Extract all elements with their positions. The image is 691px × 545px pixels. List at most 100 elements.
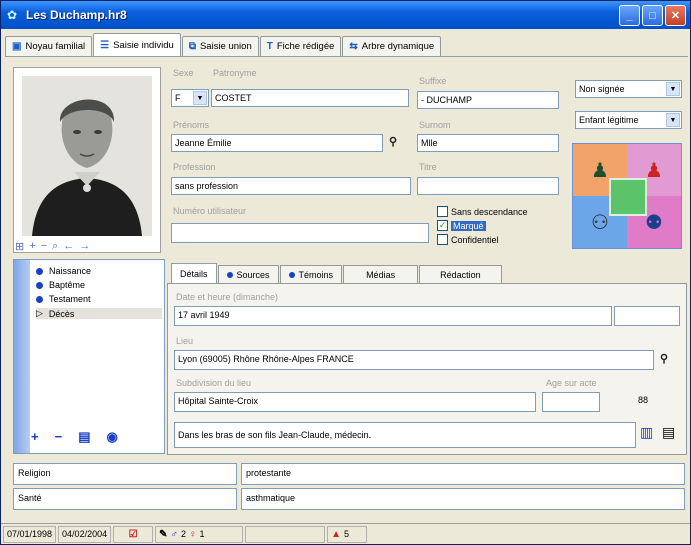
titre-field[interactable] — [417, 177, 559, 195]
surnom-field[interactable]: Mlle — [417, 134, 559, 152]
minimize-button[interactable]: _ — [619, 5, 640, 26]
tree-icon: ⇆ — [349, 41, 358, 52]
zoom-icon[interactable]: ⌕ — [52, 240, 58, 253]
sexe-label: Sexe — [173, 68, 194, 78]
filiation-select[interactable]: Non signée ▼ — [575, 80, 682, 98]
remove-icon[interactable]: − — [41, 240, 47, 252]
attribute-key: Religion — [13, 463, 237, 485]
bullet-icon — [288, 271, 295, 278]
family-tree-icon: ✿ — [7, 8, 18, 22]
status-empty — [245, 525, 326, 543]
scroll-control-icon[interactable]: ▥ — [640, 424, 653, 441]
age-edit-field[interactable] — [542, 392, 600, 412]
maximize-button[interactable]: □ — [642, 5, 663, 26]
attribute-key: Santé — [13, 488, 237, 510]
patronyme-label: Patronyme — [213, 68, 257, 78]
list-item[interactable]: Testament — [36, 294, 91, 304]
bullet-icon — [36, 281, 43, 289]
portrait-frame[interactable] — [13, 67, 161, 253]
status-alert: ▲ 5 — [327, 525, 368, 543]
warning-icon: ▲ — [331, 528, 341, 540]
enfant-select[interactable]: Enfant légitime ▼ — [575, 111, 682, 129]
save-icon[interactable]: ▤ — [78, 429, 90, 445]
patronyme-field[interactable]: COSTET — [211, 89, 409, 107]
date-field[interactable]: 17 avril 1949 — [174, 306, 612, 326]
female-icon: ♀ — [189, 528, 197, 540]
union-icon: ⧉ — [188, 41, 196, 52]
date-label: Date et heure (dimanche) — [176, 292, 279, 302]
numero-field[interactable] — [171, 223, 429, 243]
portrait-photo — [22, 76, 152, 236]
attribute-value[interactable]: asthmatique — [241, 488, 685, 510]
attribute-row[interactable]: Santé asthmatique — [13, 488, 685, 510]
attribute-row[interactable]: Religion protestante — [13, 463, 685, 485]
sans-descendance-checkbox[interactable]: Sans descendance — [437, 206, 528, 217]
events-toolbar: + − ▤ ◉ — [31, 429, 118, 445]
photo-toolbar: ⊞ + − ⌕ ← → — [15, 239, 159, 253]
add-icon[interactable]: + — [31, 429, 39, 445]
tab-arbre-dynamique[interactable]: ⇆ Arbre dynamique — [342, 36, 442, 56]
current-person-tile[interactable] — [609, 178, 647, 216]
tab-medias[interactable]: Médias — [343, 265, 419, 283]
text-icon: T — [266, 41, 273, 52]
previous-icon[interactable]: ← — [63, 240, 74, 252]
lieu-field[interactable]: Lyon (69005) Rhône Rhône-Alpes FRANCE — [174, 350, 654, 370]
tab-redaction[interactable]: Rédaction — [419, 265, 502, 283]
tab-noyau-familial[interactable]: ▣ Noyau familial — [5, 36, 93, 56]
tab-details[interactable]: Détails — [171, 263, 217, 283]
suffixe-field[interactable]: - DUCHAMP — [417, 91, 559, 109]
chevron-down-icon: ▼ — [666, 82, 680, 96]
binoculars-icon[interactable]: ⚲ — [389, 135, 397, 148]
tab-temoins[interactable]: Témoins — [279, 265, 343, 283]
attribute-value[interactable]: protestante — [241, 463, 685, 485]
remove-icon[interactable]: − — [55, 429, 63, 445]
tab-fiche-redigee[interactable]: T Fiche rédigée — [259, 36, 342, 56]
bullet-icon — [36, 295, 43, 303]
subdivision-label: Subdivision du lieu — [176, 378, 252, 388]
age-value: 88 — [638, 395, 649, 405]
profession-field[interactable]: sans profession — [171, 177, 411, 195]
status-check: ☑ — [113, 525, 154, 543]
binoculars-icon[interactable]: ⚲ — [660, 352, 668, 365]
subdivision-field[interactable]: Hôpital Sainte-Croix — [174, 392, 536, 412]
list-item[interactable]: Baptême — [36, 280, 85, 290]
tab-saisie-union[interactable]: ⧉ Saisie union — [181, 36, 259, 56]
events-list: Naissance Baptême Testament ▷ Décès — [13, 259, 165, 454]
note-edit-icon[interactable]: ▤ — [662, 424, 675, 441]
chevron-down-icon: ▼ — [193, 91, 207, 105]
bullet-icon — [226, 271, 233, 278]
titre-label: Titre — [419, 162, 437, 172]
note-field[interactable]: Dans les bras de son fils Jean-Claude, m… — [174, 422, 636, 448]
family-icon: ▣ — [12, 41, 22, 52]
suffixe-label: Suffixe — [419, 76, 447, 86]
prenoms-field[interactable]: Jeanne Émilie — [171, 134, 383, 152]
status-modified-date: 04/02/2004 — [58, 525, 112, 543]
confidentiel-checkbox[interactable]: Confidentiel — [437, 234, 499, 245]
tab-saisie-individu[interactable]: ☰ Saisie individu — [93, 33, 181, 56]
title-bar[interactable]: ✿ Les Duchamp.hr8 _ □ ✕ — [1, 1, 690, 29]
profession-label: Profession — [173, 162, 216, 172]
checkmark-icon: ✓ — [437, 220, 448, 231]
family-navigator: ♟ ♟ ⚇ ⚉ — [572, 143, 682, 249]
list-item[interactable]: Naissance — [36, 266, 91, 276]
edit-icon: ✎ — [159, 528, 168, 540]
status-counts: ✎ ♂ 2 ♀ 1 — [155, 525, 244, 543]
sexe-select[interactable]: F ▼ — [171, 89, 209, 107]
add-icon[interactable]: + — [29, 240, 35, 252]
close-button[interactable]: ✕ — [665, 5, 686, 26]
tab-sources[interactable]: Sources — [217, 265, 279, 283]
next-icon[interactable]: → — [79, 240, 90, 252]
window-title: Les Duchamp.hr8 — [26, 8, 127, 22]
eye-icon[interactable]: ◉ — [106, 429, 117, 445]
surnom-label: Surnom — [419, 120, 451, 130]
marque-checkbox[interactable]: ✓ Marqué — [437, 220, 486, 231]
time-field[interactable] — [614, 306, 680, 326]
prenoms-label: Prénoms — [173, 120, 210, 130]
status-created-date: 07/01/1998 — [3, 525, 57, 543]
main-tabs: ▣ Noyau familial ☰ Saisie individu ⧉ Saisie… — [5, 33, 688, 57]
grid-icon[interactable]: ⊞ — [15, 240, 24, 253]
caret-right-icon: ▷ — [36, 308, 43, 318]
list-item[interactable]: ▷ Décès — [36, 308, 162, 319]
lieu-label: Lieu — [176, 336, 194, 346]
details-panel: Date et heure (dimanche) 17 avril 1949 L… — [167, 283, 687, 455]
